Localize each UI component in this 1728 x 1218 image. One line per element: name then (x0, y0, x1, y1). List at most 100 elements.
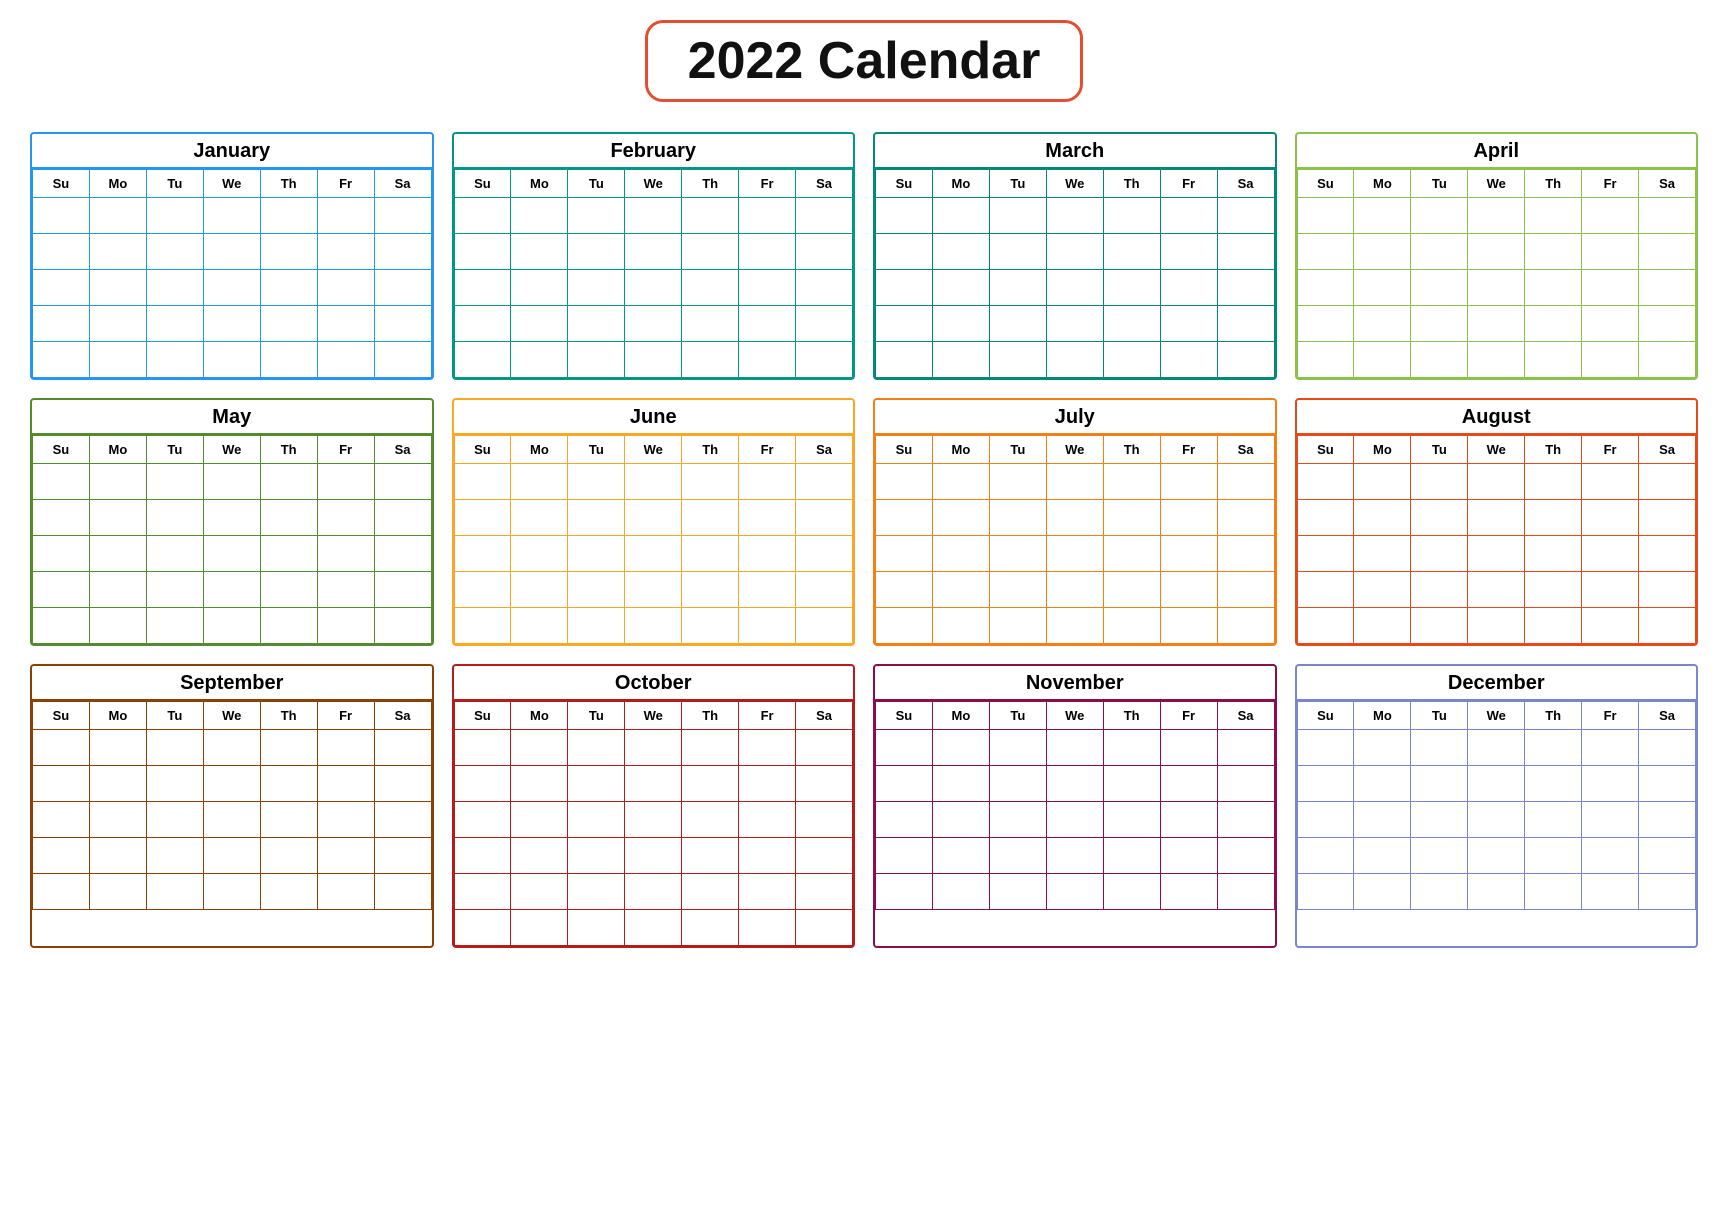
calendar-day-cell (989, 306, 1046, 342)
calendar-week-row (454, 874, 853, 910)
calendar-day-cell (511, 234, 568, 270)
calendar-day-cell (1411, 270, 1468, 306)
month-july: JulySuMoTuWeThFrSa (873, 398, 1277, 646)
calendar-day-cell (203, 234, 260, 270)
calendar-day-cell (317, 838, 374, 874)
day-header-th: Th (1525, 170, 1582, 198)
calendar-day-cell (1046, 766, 1103, 802)
calendar-day-cell (1525, 838, 1582, 874)
calendar-day-cell (260, 234, 317, 270)
calendar-day-cell (317, 342, 374, 378)
calendar-day-cell (682, 500, 739, 536)
calendar-day-cell (682, 464, 739, 500)
day-header-su: Su (876, 436, 933, 464)
day-header-fr: Fr (317, 702, 374, 730)
day-header-we: We (203, 170, 260, 198)
calendar-day-cell (1103, 500, 1160, 536)
calendar-day-cell (1525, 874, 1582, 910)
day-header-th: Th (260, 436, 317, 464)
calendar-week-row (454, 464, 853, 500)
calendar-day-cell (1046, 874, 1103, 910)
calendar-day-cell (1103, 766, 1160, 802)
calendar-week-row (876, 234, 1275, 270)
calendar-day-cell (989, 874, 1046, 910)
month-header-march: March (875, 134, 1275, 169)
calendar-day-cell (932, 608, 989, 644)
calendar-week-row (33, 838, 432, 874)
calendar-day-cell (1103, 730, 1160, 766)
calendar-day-cell (511, 270, 568, 306)
calendar-week-row (876, 802, 1275, 838)
day-header-tu: Tu (146, 436, 203, 464)
calendar-day-cell (317, 608, 374, 644)
calendar-day-cell (146, 536, 203, 572)
calendar-day-cell (876, 730, 933, 766)
calendar-day-cell (454, 198, 511, 234)
calendar-day-cell (932, 198, 989, 234)
calendar-day-cell (1468, 234, 1525, 270)
calendar-day-cell (1160, 874, 1217, 910)
day-header-th: Th (682, 170, 739, 198)
calendar-day-cell (89, 766, 146, 802)
calendar-day-cell (1103, 306, 1160, 342)
calendar-day-cell (625, 874, 682, 910)
day-header-th: Th (1525, 702, 1582, 730)
calendar-day-cell (932, 572, 989, 608)
calendar-day-cell (317, 730, 374, 766)
calendar-day-cell (989, 536, 1046, 572)
calendar-day-cell (1217, 874, 1274, 910)
day-header-th: Th (1103, 702, 1160, 730)
calendar-day-cell (317, 270, 374, 306)
calendar-day-cell (1525, 198, 1582, 234)
month-header-may: May (32, 400, 432, 435)
month-may: MaySuMoTuWeThFrSa (30, 398, 434, 646)
calendar-day-cell (932, 306, 989, 342)
calendar-day-cell (1354, 608, 1411, 644)
calendar-day-cell (511, 536, 568, 572)
calendar-day-cell (1639, 874, 1696, 910)
calendar-week-row (876, 464, 1275, 500)
calendar-day-cell (876, 838, 933, 874)
calendar-day-cell (1297, 464, 1354, 500)
calendar-day-cell (1639, 306, 1696, 342)
calendar-day-cell (1160, 536, 1217, 572)
calendar-day-cell (682, 536, 739, 572)
calendar-day-cell (1411, 608, 1468, 644)
calendar-week-row (33, 198, 432, 234)
calendar-day-cell (1103, 342, 1160, 378)
calendar-day-cell (1582, 464, 1639, 500)
calendar-day-cell (260, 572, 317, 608)
calendar-day-cell (682, 572, 739, 608)
calendar-day-cell (682, 608, 739, 644)
calendar-day-cell (1525, 730, 1582, 766)
calendar-day-cell (1046, 802, 1103, 838)
day-header-sa: Sa (1639, 702, 1696, 730)
calendar-day-cell (625, 306, 682, 342)
day-header-mo: Mo (1354, 436, 1411, 464)
day-header-sa: Sa (374, 702, 431, 730)
day-header-tu: Tu (1411, 170, 1468, 198)
calendar-week-row (876, 730, 1275, 766)
calendar-day-cell (739, 874, 796, 910)
calendar-day-cell (876, 802, 933, 838)
calendar-week-row (1297, 608, 1696, 644)
calendar-day-cell (454, 838, 511, 874)
calendar-day-cell (260, 342, 317, 378)
month-december: DecemberSuMoTuWeThFrSa (1295, 664, 1699, 948)
calendar-week-row (1297, 572, 1696, 608)
calendar-week-row (454, 766, 853, 802)
calendar-day-cell (989, 572, 1046, 608)
calendar-day-cell (260, 766, 317, 802)
calendar-day-cell (374, 874, 431, 910)
calendar-day-cell (511, 306, 568, 342)
calendar-day-cell (146, 572, 203, 608)
day-header-mo: Mo (511, 702, 568, 730)
calendar-day-cell (1103, 198, 1160, 234)
day-header-tu: Tu (1411, 436, 1468, 464)
calendar-day-cell (1103, 270, 1160, 306)
day-header-su: Su (1297, 702, 1354, 730)
calendar-week-row (33, 500, 432, 536)
calendar-day-cell (1354, 342, 1411, 378)
calendar-day-cell (796, 234, 853, 270)
day-header-su: Su (454, 170, 511, 198)
